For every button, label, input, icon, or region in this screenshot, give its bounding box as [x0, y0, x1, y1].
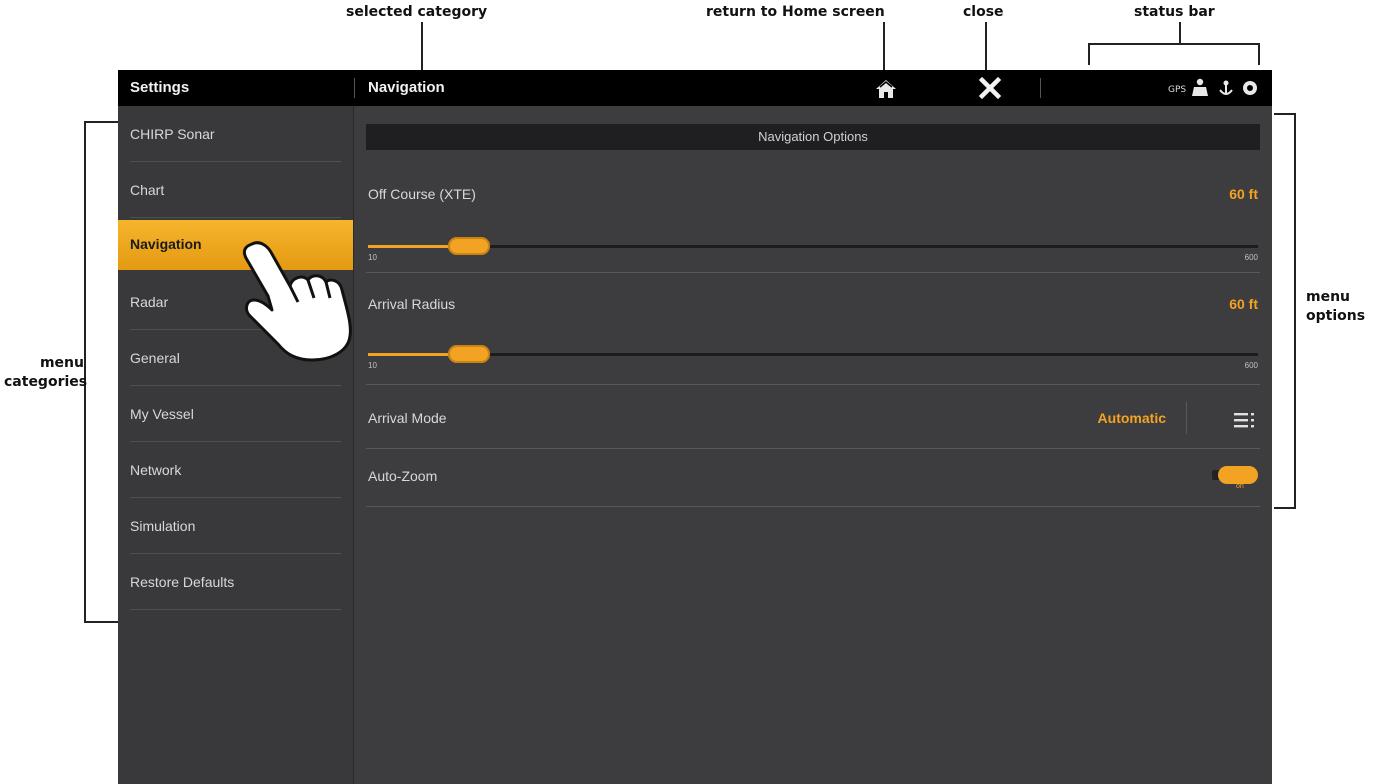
sidebar-divider — [130, 609, 341, 610]
slider-min: 10 — [368, 361, 377, 370]
sidebar-item-label: Network — [130, 462, 182, 478]
row-divider — [366, 506, 1260, 507]
sidebar-item-label: Navigation — [130, 236, 202, 252]
callout-close: close — [963, 4, 1004, 20]
settings-title: Settings — [130, 79, 190, 96]
callout-menu-options: menu options — [1306, 289, 1366, 324]
arrival-radius-label: Arrival Radius — [368, 296, 456, 312]
slider-track — [368, 353, 1258, 356]
settings-icon — [1243, 81, 1257, 95]
sidebar-item-simulation[interactable]: Simulation — [118, 498, 353, 554]
sidebar-divider — [130, 217, 341, 218]
sidebar-item-label: Radar — [130, 294, 169, 310]
row-divider — [366, 384, 1260, 385]
off-course-slider[interactable]: 10 600 — [368, 234, 1258, 262]
arrival-mode-label: Arrival Mode — [368, 410, 447, 426]
sidebar-item-chart[interactable]: Chart — [118, 162, 353, 218]
auto-zoom-label: Auto-Zoom — [368, 468, 438, 484]
svg-text:GPS: GPS — [1168, 85, 1186, 95]
callout-bracket-menu-categories — [84, 121, 86, 623]
pointing-hand-icon — [232, 236, 362, 366]
callout-bracket-status-bar-left — [1088, 43, 1090, 65]
toggle-state: on — [1236, 483, 1244, 490]
arrival-mode-value[interactable]: Automatic — [1098, 410, 1166, 426]
slider-thumb[interactable] — [448, 237, 490, 255]
slider-max: 600 — [1244, 361, 1258, 370]
sidebar-item-restore-defaults[interactable]: Restore Defaults — [118, 554, 353, 610]
close-icon[interactable] — [978, 76, 1002, 100]
menu-options: Navigation Options Off Course (XTE) 60 f… — [354, 106, 1272, 784]
option-separator — [1186, 402, 1187, 434]
sidebar-item-network[interactable]: Network — [118, 442, 353, 498]
callout-bracket-menu-categories-bottom — [84, 621, 118, 623]
anchor-icon — [1219, 80, 1233, 95]
sidebar-item-label: General — [130, 350, 180, 366]
sidebar-item-label: CHIRP Sonar — [130, 126, 215, 142]
callout-bracket-menu-options-bottom — [1274, 507, 1296, 509]
selected-category-title: Navigation — [368, 79, 445, 96]
row-divider — [366, 448, 1260, 449]
callout-bracket-status-bar-right — [1258, 43, 1260, 65]
callout-selected-category: selected category — [346, 4, 488, 20]
sidebar-item-chirp-sonar[interactable]: CHIRP Sonar — [118, 106, 353, 162]
sidebar-item-label: Simulation — [130, 518, 196, 534]
settings-screen: Settings Navigation GPS CHIRP Sonar Char… — [118, 70, 1272, 784]
slider-thumb[interactable] — [448, 345, 490, 363]
home-icon[interactable] — [874, 78, 898, 100]
slider-max: 600 — [1244, 253, 1258, 262]
sidebar-item-label: My Vessel — [130, 406, 194, 422]
slider-track — [368, 245, 1258, 248]
callout-bracket-status-bar — [1088, 43, 1260, 45]
off-course-label: Off Course (XTE) — [368, 186, 476, 202]
list-menu-icon[interactable] — [1234, 411, 1256, 429]
off-course-value: 60 ft — [1229, 186, 1258, 202]
topbar-separator — [354, 78, 355, 98]
toggle-on-part — [1218, 466, 1258, 484]
slider-min: 10 — [368, 253, 377, 262]
callout-return-home: return to Home screen — [706, 4, 885, 20]
section-header: Navigation Options — [366, 124, 1260, 150]
topbar-separator-right — [1040, 78, 1041, 98]
callout-status-bar: status bar — [1134, 4, 1215, 20]
sidebar-item-label: Restore Defaults — [130, 574, 235, 590]
person-icon — [1192, 78, 1208, 96]
arrival-radius-slider[interactable]: 10 600 — [368, 342, 1258, 370]
auto-zoom-toggle[interactable]: on — [1212, 464, 1260, 490]
sidebar-item-my-vessel[interactable]: My Vessel — [118, 386, 353, 442]
arrival-radius-value: 60 ft — [1229, 296, 1258, 312]
callout-bracket-menu-options — [1294, 113, 1296, 509]
sidebar-item-label: Chart — [130, 182, 165, 198]
callout-bracket-menu-options-top — [1274, 113, 1296, 115]
row-divider — [366, 272, 1260, 273]
gps-icon: GPS — [1168, 85, 1186, 95]
callout-line-status-bar — [1179, 22, 1181, 44]
top-bar: Settings Navigation GPS — [118, 70, 1272, 106]
callout-menu-categories: menu categories — [4, 355, 88, 390]
callout-bracket-menu-categories-top — [84, 121, 118, 123]
status-bar: GPS — [1108, 76, 1268, 100]
callout-line-return-home — [883, 22, 885, 70]
menu-categories: CHIRP Sonar Chart Navigation Radar Gener… — [118, 106, 354, 784]
